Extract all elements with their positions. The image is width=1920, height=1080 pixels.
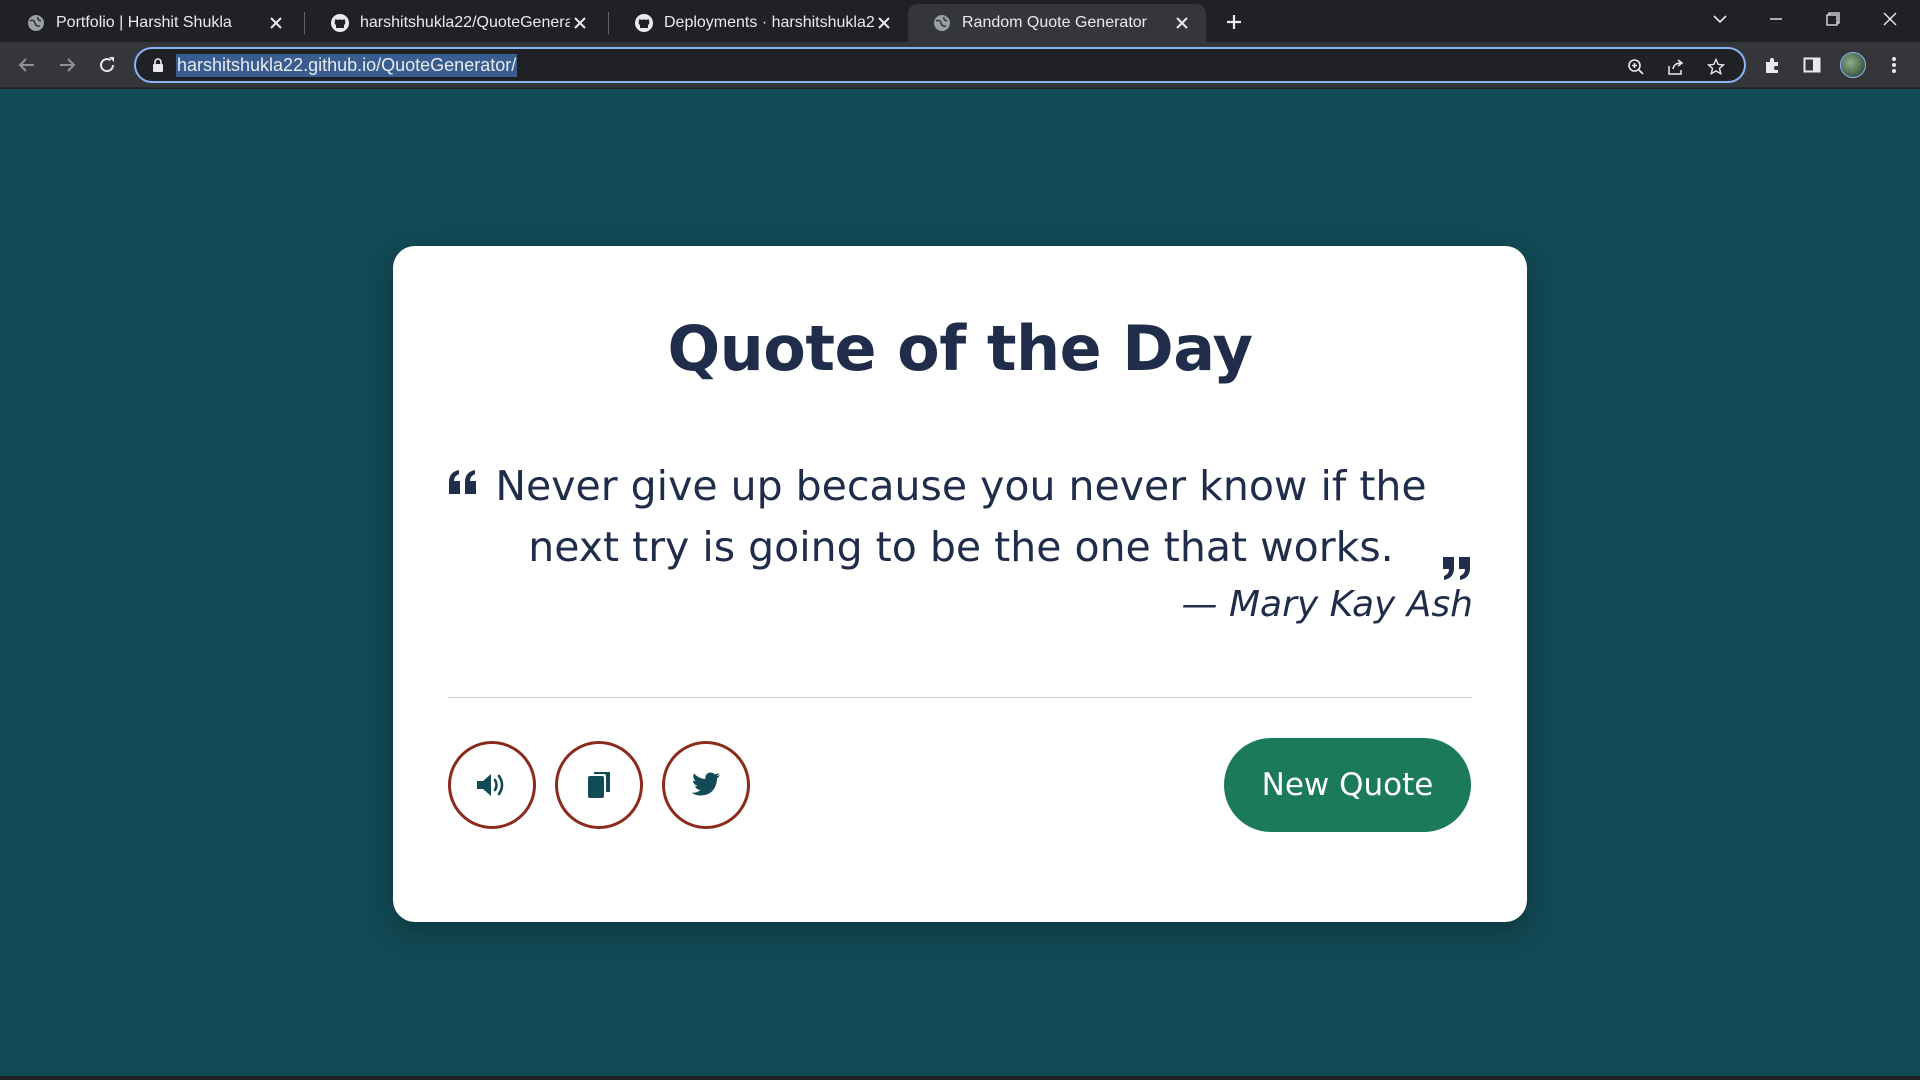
close-icon[interactable]	[266, 13, 286, 33]
back-button[interactable]	[11, 49, 43, 81]
zoom-icon[interactable]	[1624, 55, 1648, 79]
minimize-button[interactable]	[1748, 0, 1804, 38]
copy-icon	[588, 772, 610, 798]
speaker-icon	[477, 774, 504, 796]
plus-icon	[1227, 15, 1241, 29]
share-icon[interactable]	[1664, 55, 1688, 79]
tab-separator	[608, 12, 609, 34]
globe-icon	[26, 13, 46, 33]
new-tab-button[interactable]	[1220, 8, 1248, 36]
tab-title: Deployments · harshitshukla22/Q	[664, 14, 874, 31]
side-panel-icon[interactable]	[1800, 53, 1824, 77]
tab-title: Portfolio | Harshit Shukla	[56, 14, 232, 31]
tweet-button[interactable]	[662, 741, 750, 829]
minimize-icon	[1770, 18, 1782, 20]
address-bar[interactable]: harshitshukla22.github.io/QuoteGenerator…	[134, 47, 1746, 83]
arrow-right-icon	[60, 58, 76, 72]
quote-close-icon	[1441, 555, 1473, 583]
page-background: Quote of the Day Never give up because y…	[0, 89, 1920, 1076]
kebab-menu-icon[interactable]	[1882, 53, 1906, 77]
bottom-edge	[0, 1076, 1920, 1080]
tab-separator	[304, 12, 305, 34]
close-icon[interactable]	[1172, 13, 1192, 33]
copy-button[interactable]	[555, 741, 643, 829]
restore-button[interactable]	[1805, 0, 1861, 38]
close-icon	[1883, 12, 1897, 26]
github-icon	[330, 13, 350, 33]
tab-deployments[interactable]: Deployments · harshitshukla22/Q	[610, 4, 908, 42]
close-icon[interactable]	[874, 13, 894, 33]
speak-button[interactable]	[448, 741, 536, 829]
divider	[448, 697, 1472, 698]
avatar[interactable]	[1840, 52, 1866, 78]
quote-open-icon	[447, 468, 479, 496]
github-icon	[634, 13, 654, 33]
tab-random-quote-generator[interactable]: Random Quote Generator	[908, 4, 1206, 42]
tab-title: harshitshukla22/QuoteGenerator	[360, 14, 570, 31]
forward-button[interactable]	[51, 49, 83, 81]
tab-search-button[interactable]	[1692, 0, 1748, 38]
close-icon[interactable]	[570, 13, 590, 33]
restore-icon	[1826, 12, 1840, 26]
url-text[interactable]: harshitshukla22.github.io/QuoteGenerator…	[176, 53, 518, 77]
reload-icon	[100, 57, 115, 73]
twitter-icon	[691, 772, 720, 796]
tab-portfolio[interactable]: Portfolio | Harshit Shukla	[2, 4, 300, 42]
new-quote-button[interactable]: New Quote	[1224, 738, 1471, 832]
tab-github-repo[interactable]: harshitshukla22/QuoteGenerator	[306, 4, 604, 42]
tab-title: Random Quote Generator	[962, 14, 1147, 31]
page-title: Quote of the Day	[667, 312, 1253, 385]
lock-icon[interactable]	[150, 57, 166, 73]
extensions-icon[interactable]	[1761, 53, 1785, 77]
browser-toolbar: harshitshukla22.github.io/QuoteGenerator…	[0, 42, 1920, 88]
tab-strip: Portfolio | Harshit Shukla harshitshukla…	[0, 0, 1920, 42]
quote-text: Never give up because you never know if …	[495, 462, 1427, 571]
close-window-button[interactable]	[1862, 0, 1918, 38]
quote-author: — Mary Kay Ash	[1181, 584, 1473, 625]
quote-card: Quote of the Day Never give up because y…	[393, 246, 1527, 922]
bookmark-star-icon[interactable]	[1704, 55, 1728, 79]
arrow-left-icon	[18, 58, 34, 72]
reload-button[interactable]	[91, 49, 123, 81]
chevron-down-icon	[1713, 15, 1727, 24]
globe-icon	[932, 13, 952, 33]
